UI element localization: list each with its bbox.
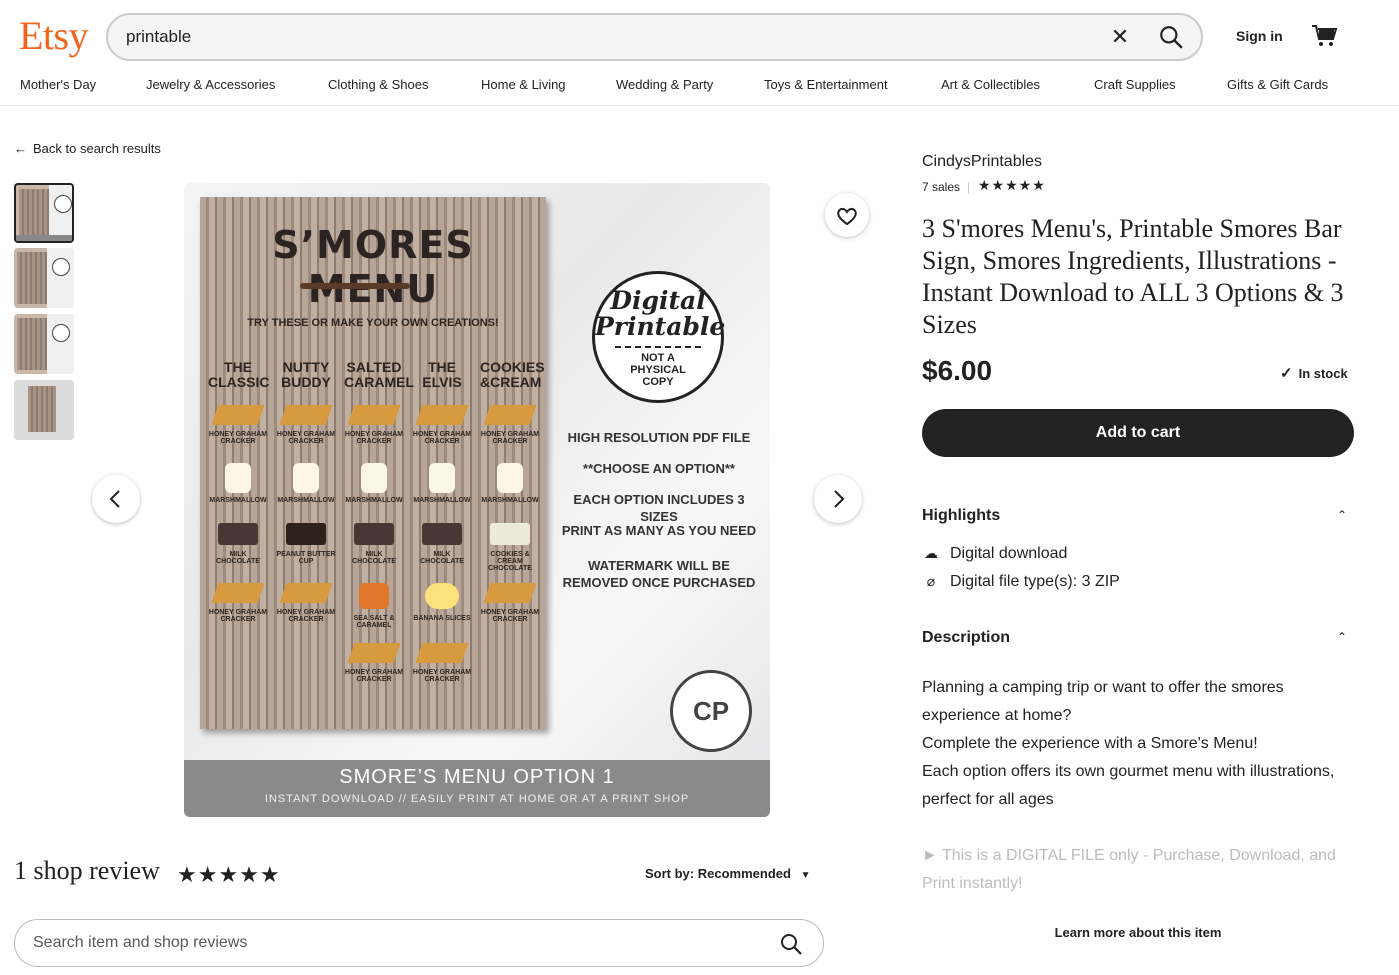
- menu-item: MARSHMALLOW: [344, 463, 404, 504]
- info-line: PRINT AS MANY AS YOU NEED: [561, 523, 757, 538]
- menu-item: HONEY GRAHAM CRACKER: [208, 583, 268, 623]
- thumbnail-2[interactable]: [14, 248, 74, 308]
- clear-icon[interactable]: ✕: [1108, 25, 1132, 49]
- menu-item: HONEY GRAHAM CRACKER: [480, 583, 540, 623]
- shop-name-link[interactable]: CindysPrintables: [922, 153, 1042, 171]
- stick-illustration: [300, 283, 410, 289]
- highlight-digital-download: ☁ Digital download: [924, 545, 1068, 562]
- menu-item: MARSHMALLOW: [480, 463, 540, 504]
- menu-item: MARSHMALLOW: [276, 463, 336, 504]
- sort-dropdown[interactable]: Sort by: Recommended ▼: [645, 866, 810, 881]
- category-nav: Mother's Day Jewelry & Accessories Cloth…: [0, 77, 1399, 97]
- description-text: ► This is a DIGITAL FILE only - Purchase…: [922, 847, 1336, 892]
- nav-item[interactable]: Mother's Day: [20, 77, 96, 92]
- description-text: Complete the experience with a Smore's M…: [922, 735, 1258, 752]
- menu-title: S’MORES MENU: [272, 223, 474, 311]
- description-heading[interactable]: Description: [922, 629, 1010, 647]
- caret-down-icon: ▼: [800, 870, 811, 881]
- favorite-button[interactable]: [825, 193, 869, 237]
- menu-item: HONEY GRAHAM CRACKER: [480, 405, 540, 445]
- menu-item: MILK CHOCOLATE: [412, 523, 472, 565]
- search-icon[interactable]: [779, 932, 803, 956]
- shop-rating-stars[interactable]: ★★★★★: [978, 177, 1046, 194]
- sales-count: 7 sales: [922, 180, 977, 194]
- rating-stars: ★★★★★: [177, 862, 281, 887]
- menu-item: HONEY GRAHAM CRACKER: [412, 405, 472, 445]
- paperclip-icon: ⌀: [926, 573, 936, 589]
- menu-item: HONEY GRAHAM CRACKER: [344, 405, 404, 445]
- column-header: THE CLASSIC: [208, 359, 270, 390]
- site-header: Etsy printable ✕ Sign in Mother's Day Je…: [0, 0, 1399, 106]
- menu-item: HONEY GRAHAM CRACKER: [276, 583, 336, 623]
- thumbnail-1[interactable]: [14, 183, 74, 243]
- menu-item: HONEY GRAHAM CRACKER: [344, 643, 404, 683]
- learn-more-link[interactable]: Learn more about this item: [922, 925, 1354, 940]
- previous-image-button[interactable]: [92, 475, 140, 523]
- menu-item: MILK CHOCOLATE: [208, 523, 268, 565]
- menu-item: HONEY GRAHAM CRACKER: [208, 405, 268, 445]
- check-icon: ✓: [1280, 365, 1293, 382]
- menu-item: MARSHMALLOW: [412, 463, 472, 504]
- description-text: Each option offers its own gourmet menu …: [922, 763, 1335, 808]
- etsy-logo[interactable]: Etsy: [19, 12, 89, 59]
- highlights-heading[interactable]: Highlights: [922, 507, 1000, 525]
- arrow-left-icon: ←: [14, 141, 27, 156]
- menu-item: SEA SALT & CARAMEL: [344, 583, 404, 629]
- menu-item: PEANUT BUTTER CUP: [276, 523, 336, 565]
- listing-image[interactable]: S’MORES MENU TRY THESE OR MAKE YOUR OWN …: [184, 183, 770, 817]
- menu-item: BANANA SLICES: [412, 583, 472, 622]
- search-icon[interactable]: [1158, 24, 1184, 50]
- menu-board: S’MORES MENU TRY THESE OR MAKE YOUR OWN …: [200, 197, 546, 729]
- nav-item[interactable]: Gifts & Gift Cards: [1227, 77, 1328, 92]
- nav-item[interactable]: Toys & Entertainment: [764, 77, 888, 92]
- listing-title: 3 S'mores Menu's, Printable Smores Bar S…: [922, 214, 1344, 339]
- menu-item: MARSHMALLOW: [208, 463, 268, 504]
- chevron-up-icon[interactable]: ⌃: [1334, 630, 1350, 646]
- menu-item: COOKIES & CREAM CHOCOLATE: [480, 523, 540, 572]
- nav-item[interactable]: Wedding & Party: [616, 77, 713, 92]
- chevron-right-icon: [834, 490, 845, 508]
- search-input[interactable]: printable: [126, 27, 191, 47]
- column-header: COOKIES &CREAM: [480, 359, 545, 390]
- nav-item[interactable]: Clothing & Shoes: [328, 77, 428, 92]
- nav-item[interactable]: Craft Supplies: [1094, 77, 1176, 92]
- nav-item[interactable]: Jewelry & Accessories: [146, 77, 275, 92]
- nav-item[interactable]: Home & Living: [481, 77, 566, 92]
- menu-item: MILK CHOCOLATE: [344, 523, 404, 565]
- stock-status: ✓ In stock: [1280, 365, 1348, 382]
- column-header: NUTTY BUDDY: [281, 359, 331, 390]
- add-to-cart-button[interactable]: Add to cart: [922, 409, 1354, 457]
- sign-in-link[interactable]: Sign in: [1236, 28, 1283, 44]
- cart-icon[interactable]: [1310, 22, 1338, 50]
- description-text: Planning a camping trip or want to offer…: [922, 679, 1284, 724]
- info-line: HIGH RESOLUTION PDF FILE: [567, 430, 751, 445]
- highlight-file-type: ⌀ Digital file type(s): 3 ZIP: [922, 573, 1120, 591]
- info-line: **CHOOSE AN OPTION**: [583, 461, 735, 476]
- heart-icon: [837, 207, 857, 226]
- price: $6.00: [922, 355, 993, 386]
- chevron-left-icon: [109, 490, 120, 508]
- menu-subtitle: TRY THESE OR MAKE YOUR OWN CREATIONS!: [247, 317, 499, 329]
- chevron-up-icon[interactable]: ⌃: [1334, 508, 1350, 524]
- shop-logo: CP: [670, 670, 752, 752]
- download-cloud-icon: ☁: [924, 545, 938, 561]
- image-caption-bar: SMORE’S MENU OPTION 1 INSTANT DOWNLOAD /…: [184, 760, 770, 817]
- search-bar[interactable]: printable ✕: [106, 13, 1203, 61]
- info-line: WATERMARK WILL BE REMOVED ONCE PURCHASED: [562, 558, 756, 590]
- digital-printable-badge: Digital Printable NOT A PHYSICAL COPY: [592, 271, 725, 403]
- column-header: THE ELVIS: [422, 359, 462, 390]
- menu-item: HONEY GRAHAM CRACKER: [412, 643, 472, 683]
- thumbnail-4[interactable]: [14, 380, 74, 440]
- menu-item: HONEY GRAHAM CRACKER: [276, 405, 336, 445]
- column-header: SALTED CARAMEL: [344, 359, 414, 390]
- info-line: EACH OPTION INCLUDES 3 SIZES: [573, 492, 745, 524]
- review-search-input[interactable]: Search item and shop reviews: [14, 919, 824, 967]
- reviews-heading: 1 shop review: [14, 856, 160, 885]
- thumbnail-3[interactable]: [14, 314, 74, 374]
- nav-item[interactable]: Art & Collectibles: [941, 77, 1040, 92]
- back-to-results-link[interactable]: ← Back to search results: [14, 141, 161, 156]
- next-image-button[interactable]: [814, 475, 862, 523]
